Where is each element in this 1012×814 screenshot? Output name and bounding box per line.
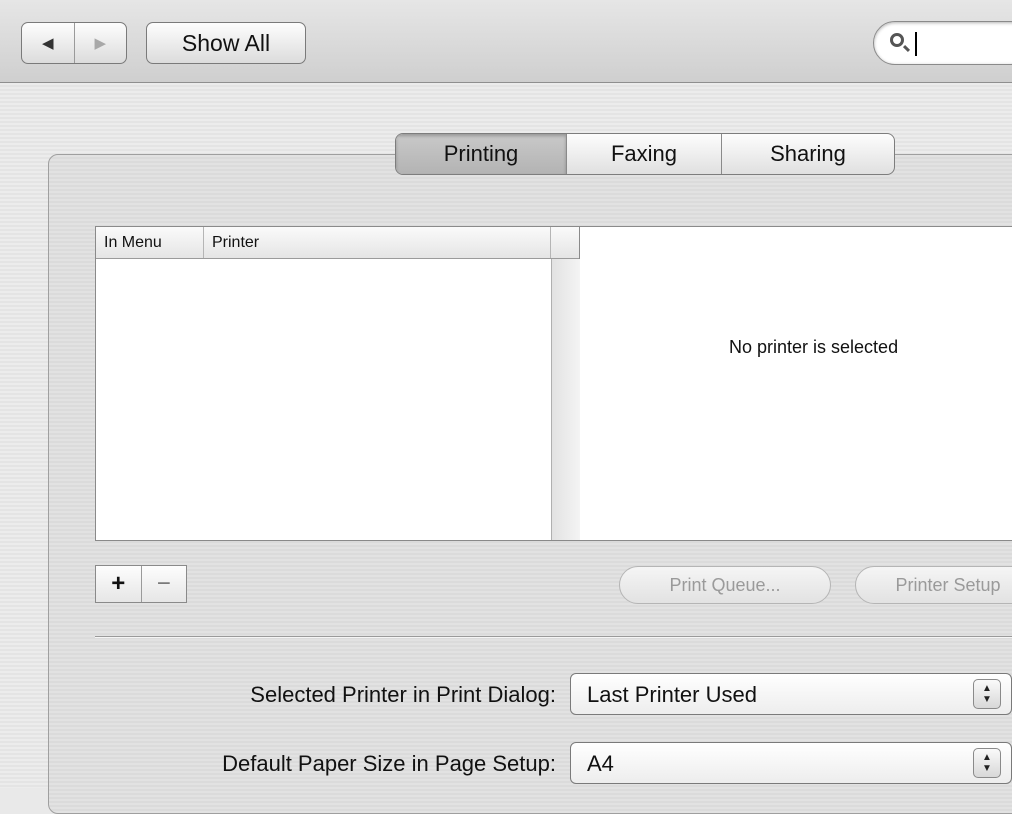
search-icon [890,33,904,47]
section-divider [95,636,1012,637]
tab-bar: Printing Faxing Sharing [395,133,895,175]
selected-printer-label: Selected Printer in Print Dialog: [250,682,556,707]
popup-arrows-icon: ▲ ▼ [973,679,1001,709]
printer-list[interactable]: In Menu Printer [95,226,580,541]
selected-printer-value: Last Printer Used [587,682,757,707]
no-printer-message: No printer is selected [729,337,899,357]
remove-printer-button[interactable]: − [142,566,187,602]
back-arrow-icon: ◀ [41,35,54,52]
printer-setup-button[interactable]: Printer Setup [855,566,1012,604]
printer-detail-pane: No printer is selected [580,226,1012,541]
popup-arrows-icon: ▲ ▼ [973,748,1001,778]
search-field[interactable] [873,21,1012,65]
print-queue-button[interactable]: Print Queue... [619,566,831,604]
printer-list-scrollbar[interactable] [551,259,580,540]
forward-button[interactable]: ▶ [75,23,127,63]
text-cursor [915,32,917,56]
paper-size-label: Default Paper Size in Page Setup: [222,751,556,776]
tab-sharing[interactable]: Sharing [722,134,894,174]
back-forward-control: ◀ ▶ [21,22,127,64]
tab-faxing[interactable]: Faxing [567,134,722,174]
tab-printing[interactable]: Printing [396,134,567,174]
show-all-button[interactable]: Show All [146,22,306,64]
forward-arrow-icon: ▶ [94,35,107,52]
add-remove-control: + − [95,565,187,603]
printer-list-header: In Menu Printer [96,227,579,259]
search-input[interactable] [918,30,1012,56]
add-printer-button[interactable]: + [96,566,142,602]
window-toolbar: ◀ ▶ Show All [0,0,1012,83]
back-button[interactable]: ◀ [22,23,75,63]
paper-size-value: A4 [587,751,614,776]
selected-printer-popup[interactable]: Last Printer Used ▲ ▼ [570,673,1012,715]
paper-size-popup[interactable]: A4 ▲ ▼ [570,742,1012,784]
column-header-printer[interactable]: Printer [204,227,551,258]
column-header-in-menu[interactable]: In Menu [96,227,204,258]
